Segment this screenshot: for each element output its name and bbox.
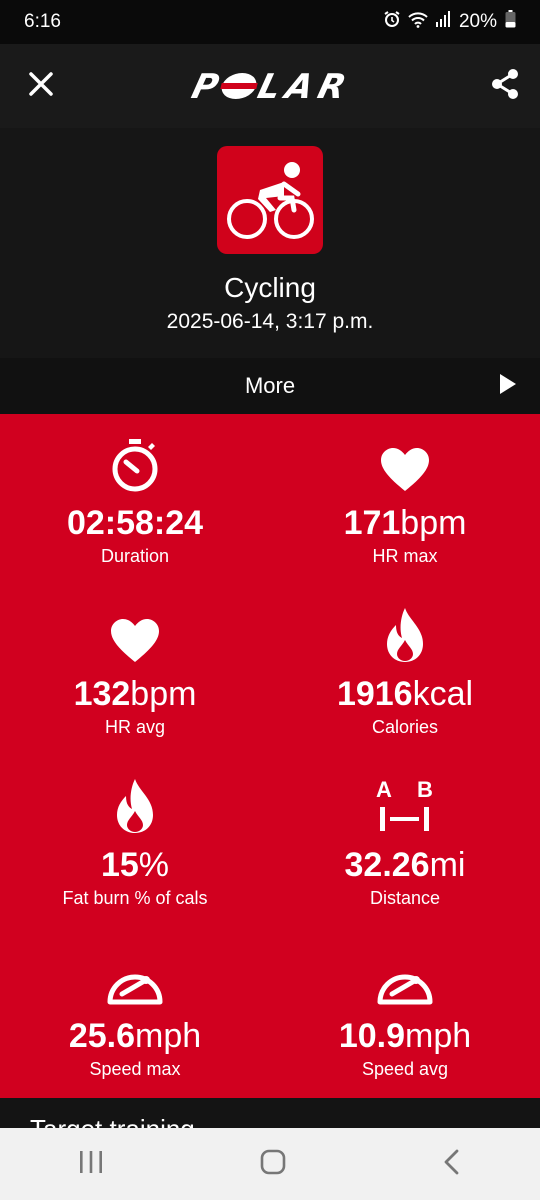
stat-calories: 1916kcal Calories [270, 585, 540, 756]
stat-value: 171 [343, 504, 401, 542]
more-button[interactable]: More [0, 358, 540, 414]
stat-unit: % [138, 846, 170, 884]
stat-value: 15 [100, 846, 139, 884]
stat-value: 32.26 [344, 846, 430, 884]
status-bar: 6:16 20% [0, 0, 540, 44]
battery-icon [505, 10, 516, 34]
stat-hr-avg: 132bpm HR avg [0, 585, 270, 756]
recent-apps-icon[interactable] [77, 1149, 105, 1180]
stat-unit: mph [405, 1017, 472, 1055]
stat-duration: 02:58:24 Duration [0, 414, 270, 585]
share-icon[interactable] [490, 68, 520, 105]
heart-icon [379, 447, 431, 498]
stat-label: HR avg [104, 717, 166, 737]
stopwatch-icon [109, 437, 161, 498]
stat-hr-max: 171bpm HR max [270, 414, 540, 585]
session-date: 2025-06-14, 3:17 p.m. [166, 310, 374, 333]
stat-label: Distance [369, 888, 441, 908]
svg-text:A: A [376, 777, 392, 802]
stat-label: Fat burn % of cals [62, 888, 208, 908]
flame-icon [385, 606, 425, 669]
stat-unit: mi [429, 846, 466, 884]
stat-label: Calories [371, 717, 439, 737]
system-nav-bar [0, 1128, 540, 1200]
play-arrow-icon [498, 372, 518, 402]
stat-value: 25.6 [68, 1017, 136, 1055]
stats-grid: 02:58:24 Duration 171bpm HR max 132bpm H… [0, 414, 540, 1098]
stat-value: 10.9 [338, 1017, 406, 1055]
more-label: More [244, 373, 296, 398]
svg-text:B: B [417, 777, 433, 802]
session-header: Cycling 2025-06-14, 3:17 p.m. [0, 128, 540, 358]
svg-text:LAR: LAR [254, 70, 356, 102]
heart-icon [109, 618, 161, 669]
stat-unit: kcal [412, 675, 474, 713]
stat-value: 1916 [336, 675, 413, 713]
polar-logo-mark: P LAR [188, 70, 356, 102]
stat-label: Speed avg [361, 1059, 449, 1079]
stat-distance: A B 32.26mi Distance [270, 756, 540, 927]
stat-value: 132 [73, 675, 131, 713]
speedometer-icon [376, 964, 434, 1011]
app-bar: P LAR [0, 44, 540, 128]
speedometer-icon [106, 964, 164, 1011]
signal-icon [435, 10, 451, 34]
stat-value: 02:58:24 [66, 504, 204, 542]
section-title: Target training [30, 1114, 195, 1128]
flame-icon [115, 777, 155, 840]
status-time: 6:16 [24, 11, 61, 32]
alarm-icon [383, 10, 401, 34]
stat-speed-avg: 10.9mph Speed avg [270, 927, 540, 1098]
stat-unit: bpm [400, 504, 467, 542]
cycling-icon [217, 146, 323, 254]
close-icon[interactable] [26, 69, 56, 104]
stat-label: Duration [100, 546, 170, 566]
back-icon[interactable] [441, 1148, 463, 1181]
battery-percent: 20% [458, 11, 497, 32]
stat-label: Speed max [89, 1059, 181, 1079]
wifi-icon [407, 10, 429, 34]
stat-unit: mph [135, 1017, 202, 1055]
stat-label: HR max [372, 546, 438, 566]
stat-unit: bpm [130, 675, 197, 713]
sport-name: Cycling [224, 272, 316, 303]
next-section-peek[interactable]: Target training [0, 1098, 540, 1128]
polar-logo: P LAR [187, 70, 359, 102]
distance-ab-icon: A B [374, 777, 436, 840]
home-icon[interactable] [259, 1148, 287, 1181]
status-icons: 20% [383, 10, 516, 34]
stat-speed-max: 25.6mph Speed max [0, 927, 270, 1098]
stat-fat-burn: 15% Fat burn % of cals [0, 756, 270, 927]
